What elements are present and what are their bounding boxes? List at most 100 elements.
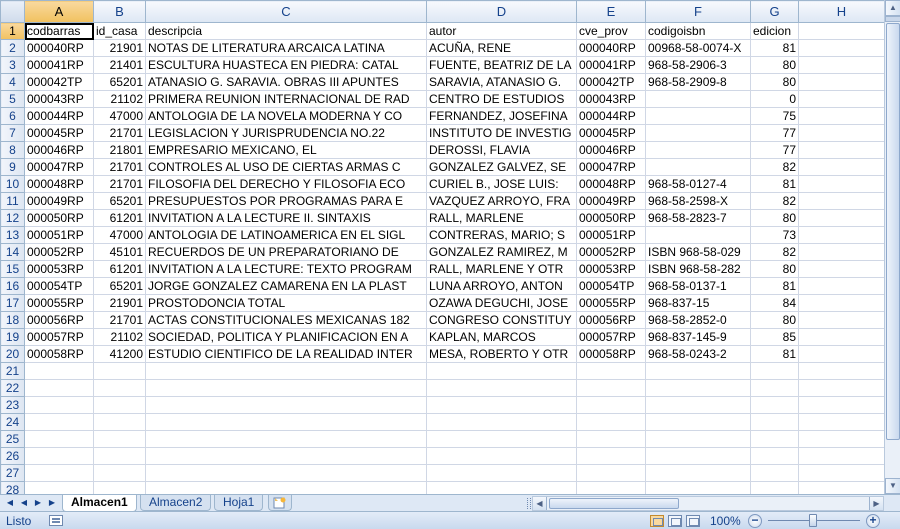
cell-c21[interactable] xyxy=(145,362,427,380)
cell-f19[interactable]: 968-837-145-9 xyxy=(645,328,751,346)
cell-e3[interactable]: 000041RP xyxy=(576,56,646,74)
cell-e7[interactable]: 000045RP xyxy=(576,124,646,142)
row-header[interactable]: 3 xyxy=(0,56,25,74)
row-header[interactable]: 9 xyxy=(0,158,25,176)
cell-b23[interactable] xyxy=(93,396,146,414)
row-header[interactable]: 4 xyxy=(0,73,25,91)
nav-prev-icon[interactable]: ◀ xyxy=(17,496,31,510)
cell-g23[interactable] xyxy=(750,396,799,414)
row-header[interactable]: 24 xyxy=(0,413,25,431)
cell-d11[interactable]: VAZQUEZ ARROYO, FRA xyxy=(426,192,577,210)
cell-h3[interactable] xyxy=(798,56,884,74)
cell-f13[interactable] xyxy=(645,226,751,244)
column-header-g[interactable]: G xyxy=(750,0,799,23)
column-header-b[interactable]: B xyxy=(93,0,146,23)
cell-h20[interactable] xyxy=(798,345,884,363)
cell-d16[interactable]: LUNA ARROYO, ANTON xyxy=(426,277,577,295)
cell-h9[interactable] xyxy=(798,158,884,176)
cell-b25[interactable] xyxy=(93,430,146,448)
row-header[interactable]: 1 xyxy=(0,22,25,40)
cell-g7[interactable]: 77 xyxy=(750,124,799,142)
cell-f12[interactable]: 968-58-2823-7 xyxy=(645,209,751,227)
row-header[interactable]: 22 xyxy=(0,379,25,397)
cell-g3[interactable]: 80 xyxy=(750,56,799,74)
cell-h24[interactable] xyxy=(798,413,884,431)
column-header-h[interactable]: H xyxy=(798,0,884,23)
cell-a22[interactable] xyxy=(24,379,94,397)
cell-b18[interactable]: 21701 xyxy=(93,311,146,329)
cell-g19[interactable]: 85 xyxy=(750,328,799,346)
row-header[interactable]: 23 xyxy=(0,396,25,414)
insert-sheet-icon[interactable] xyxy=(268,495,292,511)
cell-d6[interactable]: FERNANDEZ, JOSEFINA xyxy=(426,107,577,125)
cell-c1[interactable]: descripcia xyxy=(145,22,427,40)
row-header[interactable]: 19 xyxy=(0,328,25,346)
cell-b22[interactable] xyxy=(93,379,146,397)
nav-next-icon[interactable]: ▶ xyxy=(31,496,45,510)
cell-h12[interactable] xyxy=(798,209,884,227)
column-header-a[interactable]: A xyxy=(24,0,94,23)
cell-c9[interactable]: CONTROLES AL USO DE CIERTAS ARMAS C xyxy=(145,158,427,176)
cell-a27[interactable] xyxy=(24,464,94,482)
cell-b10[interactable]: 21701 xyxy=(93,175,146,193)
cell-c2[interactable]: NOTAS DE LITERATURA ARCAICA LATINA xyxy=(145,39,427,57)
horizontal-scroll-thumb[interactable] xyxy=(549,498,679,509)
cell-a24[interactable] xyxy=(24,413,94,431)
cell-c19[interactable]: SOCIEDAD, POLITICA Y PLANIFICACION EN A xyxy=(145,328,427,346)
scroll-down-arrow-icon[interactable]: ▼ xyxy=(885,478,900,494)
row-header[interactable]: 25 xyxy=(0,430,25,448)
cell-h14[interactable] xyxy=(798,243,884,261)
cell-h23[interactable] xyxy=(798,396,884,414)
row-header[interactable]: 11 xyxy=(0,192,25,210)
row-header[interactable]: 16 xyxy=(0,277,25,295)
cell-b3[interactable]: 21401 xyxy=(93,56,146,74)
cell-b19[interactable]: 21102 xyxy=(93,328,146,346)
zoom-level[interactable]: 100% xyxy=(710,514,741,528)
vertical-scroll-thumb[interactable] xyxy=(886,23,900,440)
row-header[interactable]: 20 xyxy=(0,345,25,363)
cell-a17[interactable]: 000055RP xyxy=(24,294,94,312)
row-header[interactable]: 15 xyxy=(0,260,25,278)
cell-g27[interactable] xyxy=(750,464,799,482)
cell-a26[interactable] xyxy=(24,447,94,465)
cell-h21[interactable] xyxy=(798,362,884,380)
row-header[interactable]: 14 xyxy=(0,243,25,261)
cell-f14[interactable]: ISBN 968-58-029 xyxy=(645,243,751,261)
cell-b11[interactable]: 65201 xyxy=(93,192,146,210)
cell-c20[interactable]: ESTUDIO CIENTIFICO DE LA REALIDAD INTER xyxy=(145,345,427,363)
column-header-d[interactable]: D xyxy=(426,0,577,23)
cell-e6[interactable]: 000044RP xyxy=(576,107,646,125)
cell-b1[interactable]: id_casa xyxy=(93,22,146,40)
scroll-up-arrow-icon[interactable]: ▲ xyxy=(885,0,900,16)
cell-d19[interactable]: KAPLAN, MARCOS xyxy=(426,328,577,346)
cell-e28[interactable] xyxy=(576,481,646,494)
cell-d20[interactable]: MESA, ROBERTO Y OTR xyxy=(426,345,577,363)
cell-h19[interactable] xyxy=(798,328,884,346)
cell-b28[interactable] xyxy=(93,481,146,494)
cell-d15[interactable]: RALL, MARLENE Y OTR xyxy=(426,260,577,278)
cell-d26[interactable] xyxy=(426,447,577,465)
cell-b20[interactable]: 41200 xyxy=(93,345,146,363)
row-header[interactable]: 21 xyxy=(0,362,25,380)
cell-c14[interactable]: RECUERDOS DE UN PREPARATORIANO DE xyxy=(145,243,427,261)
cell-e16[interactable]: 000054TP xyxy=(576,277,646,295)
scroll-right-arrow-icon[interactable]: ▶ xyxy=(869,497,883,510)
cell-b17[interactable]: 21901 xyxy=(93,294,146,312)
cell-e14[interactable]: 000052RP xyxy=(576,243,646,261)
cell-d4[interactable]: SARAVIA, ATANASIO G. xyxy=(426,73,577,91)
cell-c27[interactable] xyxy=(145,464,427,482)
cell-f4[interactable]: 968-58-2909-8 xyxy=(645,73,751,91)
row-header[interactable]: 8 xyxy=(0,141,25,159)
cell-g2[interactable]: 81 xyxy=(750,39,799,57)
cell-b15[interactable]: 61201 xyxy=(93,260,146,278)
cell-a3[interactable]: 000041RP xyxy=(24,56,94,74)
cell-c22[interactable] xyxy=(145,379,427,397)
cell-a23[interactable] xyxy=(24,396,94,414)
cell-f28[interactable] xyxy=(645,481,751,494)
cell-f26[interactable] xyxy=(645,447,751,465)
cell-e5[interactable]: 000043RP xyxy=(576,90,646,108)
cell-c3[interactable]: ESCULTURA HUASTECA EN PIEDRA: CATAL xyxy=(145,56,427,74)
cell-f25[interactable] xyxy=(645,430,751,448)
cell-e8[interactable]: 000046RP xyxy=(576,141,646,159)
cell-a19[interactable]: 000057RP xyxy=(24,328,94,346)
